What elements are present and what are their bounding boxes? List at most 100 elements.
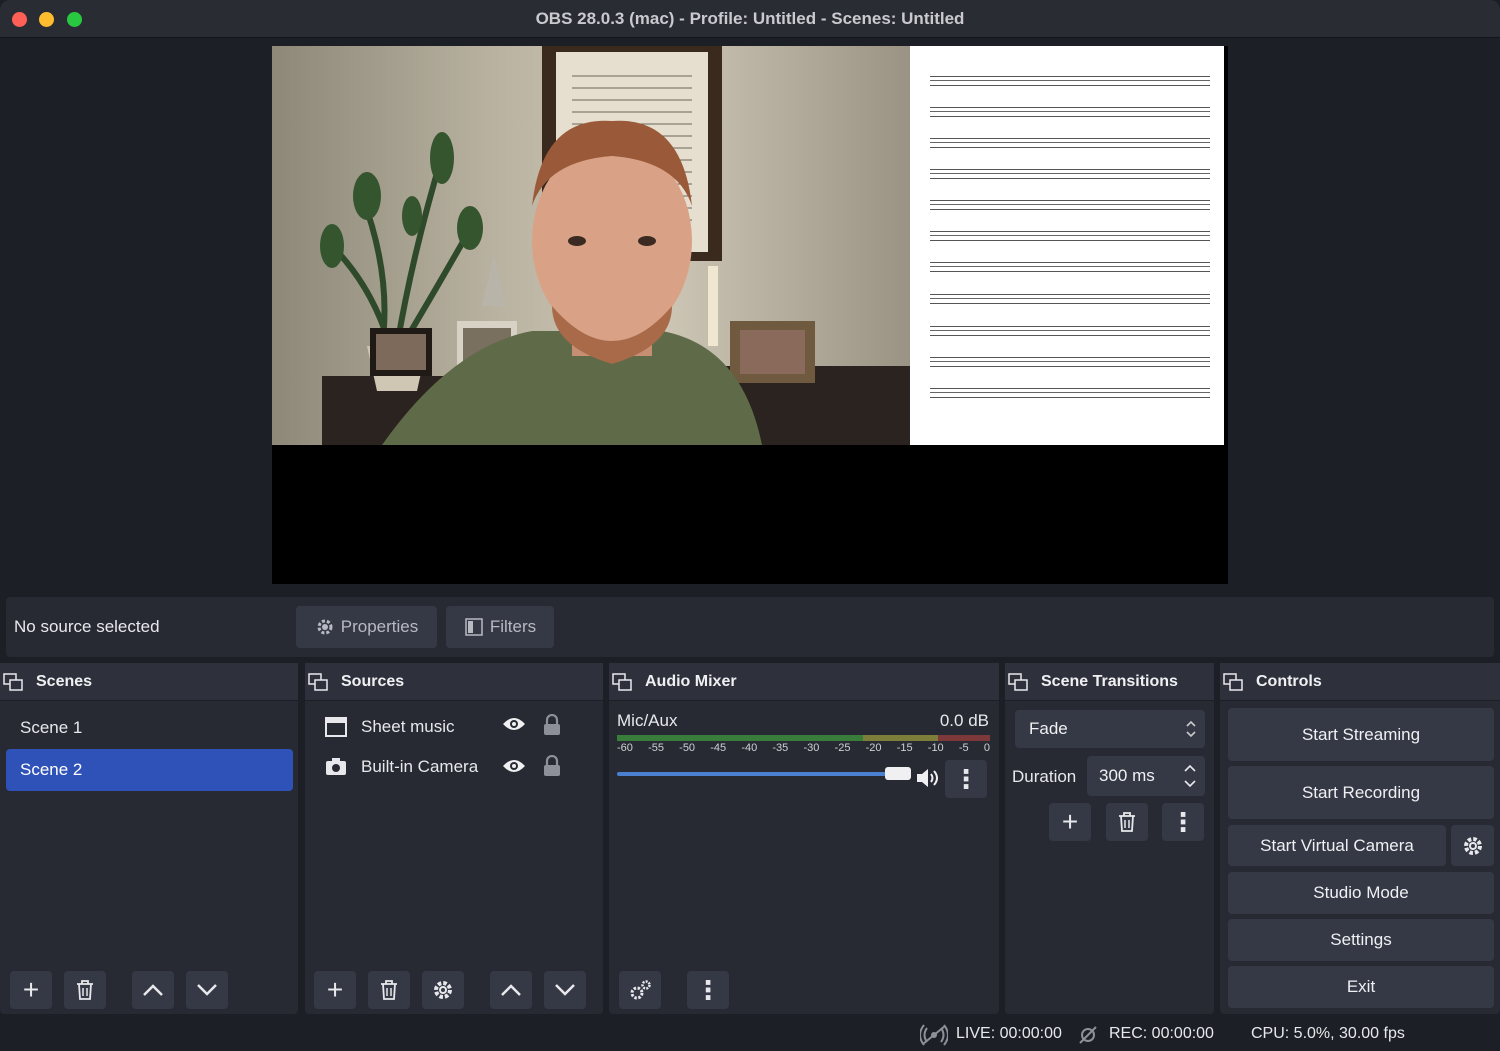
title-bar: OBS 28.0.3 (mac) - Profile: Untitled - S… (0, 0, 1500, 38)
dock-float-icon[interactable] (3, 672, 23, 691)
meter-tick: -50 (679, 742, 696, 754)
meter-tick: -10 (927, 742, 944, 754)
start-virtual-camera-button[interactable]: Start Virtual Camera (1228, 825, 1446, 866)
kebab-icon: ⋮ (953, 764, 979, 794)
dock-float-icon[interactable] (1223, 672, 1243, 691)
window-title: OBS 28.0.3 (mac) - Profile: Untitled - S… (535, 9, 965, 28)
controls-dock-header: Controls (1220, 663, 1500, 701)
meter-tick: -15 (896, 742, 913, 754)
scene-transitions-dock: Scene Transitions Fade Duration 300 ms +… (1005, 663, 1214, 1014)
camera-image (320, 46, 910, 445)
chevron-up-icon (143, 984, 163, 996)
settings-button[interactable]: Settings (1228, 919, 1494, 961)
recording-off-icon (1079, 1026, 1097, 1044)
advanced-audio-button[interactable] (619, 971, 661, 1009)
sources-dock-header: Sources (305, 663, 603, 701)
transition-select[interactable]: Fade (1015, 710, 1205, 748)
trash-icon (1119, 812, 1135, 832)
audio-level-readout: 0.0 dB (939, 711, 989, 730)
move-scene-down-button[interactable] (186, 971, 228, 1009)
scenes-title: Scenes (36, 672, 93, 690)
move-source-down-button[interactable] (544, 971, 586, 1009)
dock-float-icon[interactable] (612, 672, 632, 691)
scene-item-1[interactable]: Scene 1 (6, 707, 293, 749)
meter-tick: -25 (834, 742, 851, 754)
filters-label: Filters (489, 617, 537, 636)
properties-label: Properties (340, 617, 419, 636)
obs-window: OBS 28.0.3 (mac) - Profile: Untitled - S… (0, 0, 1500, 1051)
meter-tick: 0 (983, 742, 990, 754)
add-source-button[interactable]: + (314, 971, 356, 1009)
lock-icon[interactable] (543, 714, 561, 736)
trash-icon (77, 980, 93, 1000)
meter-tick: -40 (741, 742, 758, 754)
chevron-down-icon (555, 984, 575, 996)
speaker-icon[interactable] (915, 767, 941, 789)
sheet-music-image (910, 46, 1224, 445)
dock-float-icon[interactable] (1008, 672, 1028, 691)
scenes-dock-header: Scenes (0, 663, 298, 701)
sources-title: Sources (341, 672, 405, 690)
add-transition-button[interactable]: + (1049, 803, 1091, 841)
scene-transitions-dock-header: Scene Transitions (1005, 663, 1214, 701)
plus-icon: + (22, 974, 40, 1005)
remove-transition-button[interactable] (1106, 803, 1148, 841)
plus-icon: + (326, 974, 344, 1005)
controls-title: Controls (1256, 672, 1322, 690)
meter-tick: -20 (865, 742, 882, 754)
chevron-up-icon (501, 984, 521, 996)
meter-ticks: -60 -55 -50 -45 -40 -35 -30 -25 -20 -15 … (617, 742, 990, 756)
meter-tick: -5 (958, 742, 969, 754)
gear-icon (434, 981, 452, 999)
live-timer: LIVE: 00:00:00 (956, 1025, 1062, 1042)
move-source-up-button[interactable] (490, 971, 532, 1009)
volume-slider-handle[interactable] (885, 767, 911, 780)
start-streaming-button[interactable]: Start Streaming (1228, 708, 1494, 761)
dock-float-icon[interactable] (308, 672, 328, 691)
kebab-icon: ⋮ (1170, 807, 1196, 837)
source-properties-button[interactable] (422, 971, 464, 1009)
trash-icon (381, 980, 397, 1000)
start-recording-button[interactable]: Start Recording (1228, 766, 1494, 819)
duration-label: Duration (1012, 767, 1077, 786)
no-source-label: No source selected (14, 617, 160, 636)
window-icon (325, 717, 347, 737)
preview-canvas[interactable] (272, 46, 1228, 584)
eye-icon[interactable] (502, 716, 526, 732)
source-properties-bar: No source selected Properties Filters (6, 597, 1494, 657)
scenes-dock: Scenes Scene 1 Scene 2 + (0, 663, 298, 1014)
plus-icon: + (1061, 806, 1079, 837)
properties-button[interactable]: Properties (296, 606, 437, 648)
camera-feed (272, 46, 910, 445)
audio-mixer-menu-button[interactable]: ⋮ (687, 971, 729, 1009)
remove-scene-button[interactable] (64, 971, 106, 1009)
transition-select-value: Fade (1029, 719, 1068, 738)
eye-icon[interactable] (502, 758, 526, 774)
rec-timer: REC: 00:00:00 (1109, 1025, 1214, 1042)
meter-tick: -55 (648, 742, 664, 754)
streaming-off-icon (920, 1024, 948, 1046)
lock-icon[interactable] (543, 755, 561, 777)
scene-label: Scene 1 (20, 718, 83, 737)
duration-value: 300 ms (1099, 766, 1155, 785)
filters-button[interactable]: Filters (446, 606, 554, 648)
audio-channel-menu-button[interactable]: ⋮ (945, 760, 987, 798)
audio-mixer-title: Audio Mixer (645, 672, 737, 690)
transition-menu-button[interactable]: ⋮ (1162, 803, 1204, 841)
add-scene-button[interactable]: + (10, 971, 52, 1009)
scene-item-2[interactable]: Scene 2 (6, 749, 293, 791)
studio-mode-button[interactable]: Studio Mode (1228, 872, 1494, 914)
audio-mixer-dock: Audio Mixer Mic/Aux 0.0 dB -60 -55 -50 -… (609, 663, 999, 1014)
move-scene-up-button[interactable] (132, 971, 174, 1009)
spin-arrows-icon[interactable] (1183, 762, 1197, 790)
volume-slider-track[interactable] (617, 772, 887, 776)
duration-spinbox[interactable]: 300 ms (1087, 756, 1205, 796)
source-label: Built-in Camera (361, 757, 479, 776)
virtual-camera-settings-button[interactable] (1451, 825, 1494, 866)
controls-dock: Controls Start Streaming Start Recording… (1220, 663, 1500, 1014)
exit-button[interactable]: Exit (1228, 966, 1494, 1008)
remove-source-button[interactable] (368, 971, 410, 1009)
scene-transitions-title: Scene Transitions (1041, 672, 1178, 690)
meter-tick: -30 (803, 742, 820, 754)
chevron-down-icon (197, 984, 217, 996)
